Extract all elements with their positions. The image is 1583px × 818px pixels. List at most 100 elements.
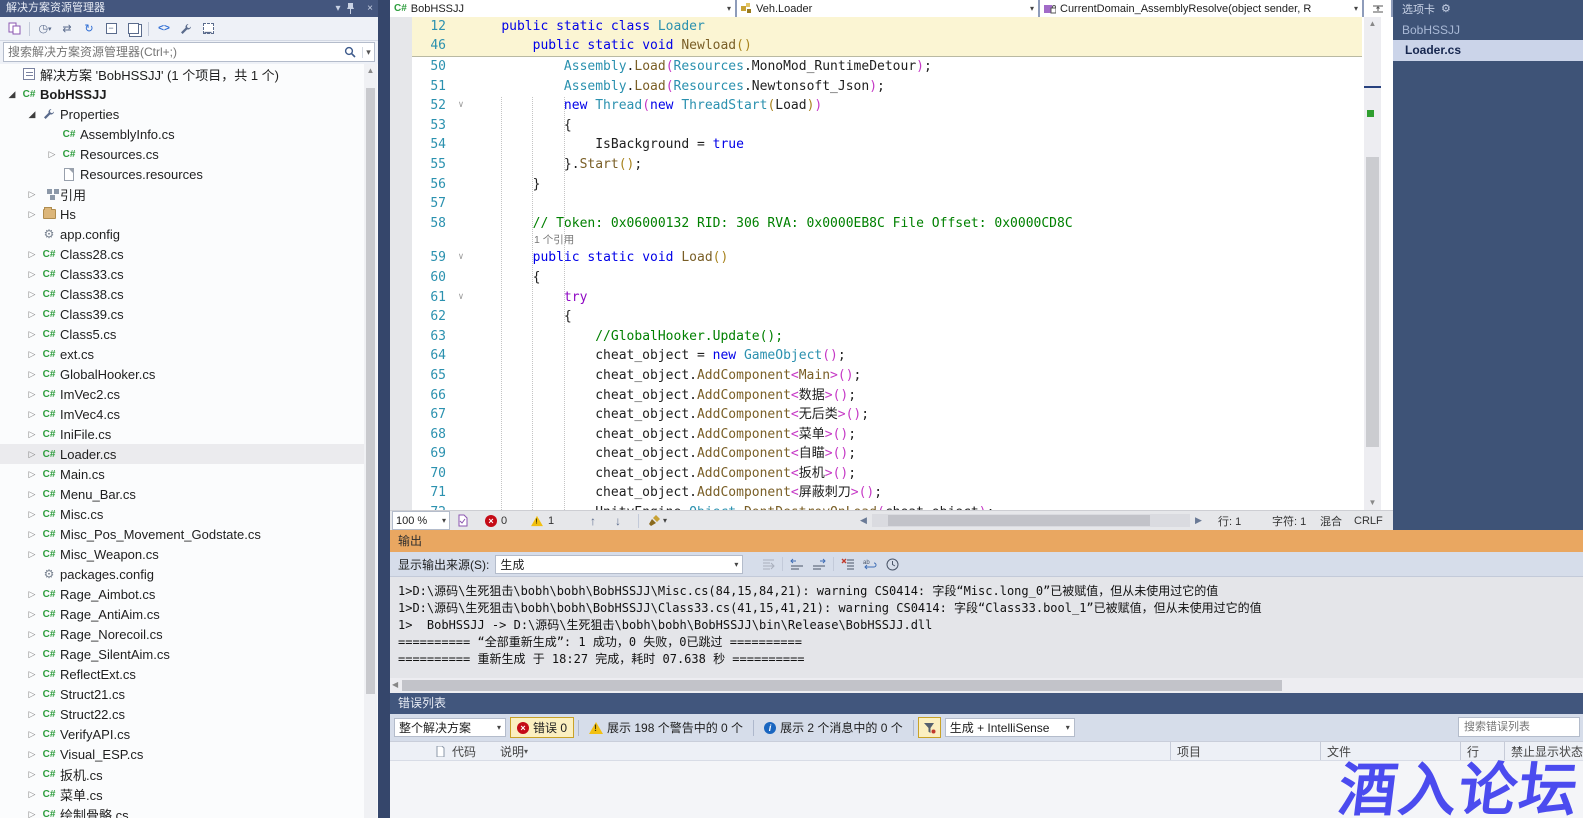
scrollbar-thumb[interactable]: [888, 515, 1150, 526]
tree-item[interactable]: ▷C#Misc.cs: [0, 504, 364, 524]
previous-issue-icon[interactable]: ↑: [590, 511, 596, 530]
tree-item[interactable]: ◢Properties: [0, 104, 364, 124]
scrollbar-thumb[interactable]: [366, 88, 375, 694]
code-line[interactable]: 51 Assembly.Load(Resources.Newtonsoft_Js…: [412, 77, 1362, 97]
vertical-tabs-toggle[interactable]: [1364, 0, 1393, 17]
collapsed-arrow-icon[interactable]: ▷: [24, 329, 40, 340]
tree-item[interactable]: Resources.resources: [0, 164, 364, 184]
tree-item[interactable]: ▷C#Rage_Aimbot.cs: [0, 584, 364, 604]
scroll-left-icon[interactable]: ◀: [860, 511, 867, 530]
collapsed-arrow-icon[interactable]: ▷: [24, 769, 40, 780]
code-line[interactable]: 58 // Token: 0x06000132 RID: 306 RVA: 0x…: [412, 214, 1362, 234]
severity-column-header[interactable]: [390, 742, 446, 760]
tree-item[interactable]: ▷C#Misc_Weapon.cs: [0, 544, 364, 564]
collapsed-arrow-icon[interactable]: ▷: [44, 149, 60, 160]
code-line[interactable]: 66 cheat_object.AddComponent<数据>();: [412, 386, 1362, 406]
code-line[interactable]: 46 public static void Newload(): [412, 36, 1362, 55]
search-icon[interactable]: [344, 46, 362, 58]
tree-item[interactable]: ▷C#Visual_ESP.cs: [0, 744, 364, 764]
output-panel-title[interactable]: 输出: [390, 530, 1583, 552]
collapsed-arrow-icon[interactable]: ▷: [24, 249, 40, 260]
tree-item[interactable]: ▷C#绘制骨骼.cs: [0, 804, 364, 818]
collapsed-arrow-icon[interactable]: ▷: [24, 629, 40, 640]
column-header-2[interactable]: 说明 ▾: [494, 742, 1170, 760]
collapsed-arrow-icon[interactable]: ▷: [24, 449, 40, 460]
collapsed-arrow-icon[interactable]: ▷: [24, 429, 40, 440]
tree-item[interactable]: ▷C#ReflectExt.cs: [0, 664, 364, 684]
source-filter-dropdown[interactable]: 生成 + IntelliSense ▾: [945, 718, 1075, 737]
editor-horizontal-scrollbar[interactable]: [872, 514, 1190, 527]
error-search-input[interactable]: [1459, 718, 1579, 736]
collapsed-arrow-icon[interactable]: ▷: [24, 809, 40, 818]
code-line[interactable]: 53 {: [412, 116, 1362, 136]
scroll-down-icon[interactable]: ▼: [1364, 496, 1381, 510]
previous-message-icon[interactable]: [786, 555, 808, 573]
output-horizontal-scrollbar[interactable]: ◀: [390, 678, 1583, 693]
code-line[interactable]: 61∨ try: [412, 288, 1362, 308]
pending-changes-filter-icon[interactable]: ◷▾: [35, 20, 55, 38]
filter-button[interactable]: [918, 717, 941, 738]
tree-item[interactable]: ▷C#菜单.cs: [0, 784, 364, 804]
codelens-references[interactable]: 1 个引用: [412, 233, 1362, 248]
collapsed-arrow-icon[interactable]: ▷: [24, 589, 40, 600]
window-menu-icon[interactable]: ▾: [330, 0, 346, 17]
code-line[interactable]: 50 Assembly.Load(Resources.MonoMod_Runti…: [412, 57, 1362, 77]
zoom-dropdown[interactable]: 100 % ▾: [392, 511, 450, 530]
tree-item[interactable]: ▷Hs: [0, 204, 364, 224]
tree-item[interactable]: ▷C#扳机.cs: [0, 764, 364, 784]
collapsed-arrow-icon[interactable]: ▷: [24, 489, 40, 500]
tree-item[interactable]: ▷C#GlobalHooker.cs: [0, 364, 364, 384]
solution-search-input[interactable]: [4, 45, 344, 59]
collapsed-arrow-icon[interactable]: ▷: [24, 729, 40, 740]
collapsed-arrow-icon[interactable]: ▷: [24, 789, 40, 800]
output-text-area[interactable]: 1>D:\源码\生死狙击\bobh\bobh\BobHSSJJ\Misc.cs(…: [390, 578, 1583, 678]
code-line[interactable]: 72 UnityEngine.Object.DontDestroyOnLoad(…: [412, 503, 1362, 510]
tree-item[interactable]: ⚙packages.config: [0, 564, 364, 584]
collapsed-arrow-icon[interactable]: ▷: [24, 309, 40, 320]
tree-item[interactable]: ▷C#IniFile.cs: [0, 424, 364, 444]
collapse-all-icon[interactable]: −: [101, 20, 121, 38]
collapsed-arrow-icon[interactable]: ▷: [24, 509, 40, 520]
tree-item[interactable]: ▷C#Resources.cs: [0, 144, 364, 164]
scroll-right-icon[interactable]: ▶: [1195, 511, 1202, 530]
member-dropdown[interactable]: CurrentDomain_AssemblyResolve(object sen…: [1040, 0, 1364, 17]
fold-arrow-icon[interactable]: ∨: [452, 96, 470, 116]
expanded-arrow-icon[interactable]: ◢: [4, 89, 20, 100]
collapsed-arrow-icon[interactable]: ▷: [24, 469, 40, 480]
scroll-up-icon[interactable]: ▲: [1364, 17, 1381, 31]
gear-icon[interactable]: ⚙: [1441, 2, 1451, 15]
code-line[interactable]: 64 cheat_object = new GameObject();: [412, 346, 1362, 366]
word-wrap-icon[interactable]: ab: [859, 555, 881, 573]
switch-views-icon[interactable]: ⇄: [57, 20, 77, 38]
collapsed-arrow-icon[interactable]: ▷: [24, 349, 40, 360]
solution-tree-scrollbar[interactable]: ▲: [364, 64, 377, 818]
code-line[interactable]: 68 cheat_object.AddComponent<菜单>();: [412, 425, 1362, 445]
code-line[interactable]: 54 IsBackground = true: [412, 135, 1362, 155]
fold-arrow-icon[interactable]: ∨: [452, 288, 470, 308]
sync-active-document-icon[interactable]: [4, 20, 24, 38]
clock-icon[interactable]: [881, 555, 903, 573]
editor-indicator-margin[interactable]: [390, 17, 412, 510]
refresh-icon[interactable]: ↻: [79, 20, 99, 38]
scroll-left-icon[interactable]: ◀: [392, 680, 398, 689]
collapsed-arrow-icon[interactable]: ▷: [24, 609, 40, 620]
document-health-icon[interactable]: [456, 511, 469, 530]
column-header-1[interactable]: 代码: [446, 742, 494, 760]
collapsed-arrow-icon[interactable]: ▷: [24, 689, 40, 700]
scope-dropdown[interactable]: 整个解决方案 ▾: [394, 718, 506, 737]
tree-item[interactable]: ⚙app.config: [0, 224, 364, 244]
search-options-dropdown-icon[interactable]: ▾: [362, 47, 374, 58]
tab-loader-cs[interactable]: Loader.cs: [1393, 40, 1583, 61]
scrollbar-thumb[interactable]: [402, 680, 1282, 691]
column-header-3[interactable]: 项目: [1170, 742, 1320, 760]
tree-item[interactable]: ▷C#Class28.cs: [0, 244, 364, 264]
preview-selected-items-icon[interactable]: ▁: [198, 20, 218, 38]
code-line[interactable]: 70 cheat_object.AddComponent<扳机>();: [412, 464, 1362, 484]
tree-item[interactable]: ▷C#Struct21.cs: [0, 684, 364, 704]
code-line[interactable]: 63 //GlobalHooker.Update();: [412, 327, 1362, 347]
tree-item[interactable]: ▷C#Loader.cs: [0, 444, 364, 464]
tree-item[interactable]: ▷引用: [0, 184, 364, 204]
tree-item[interactable]: ▷C#ImVec4.cs: [0, 404, 364, 424]
warning-count[interactable]: 1: [530, 511, 554, 530]
tree-item[interactable]: ▷C#Class33.cs: [0, 264, 364, 284]
